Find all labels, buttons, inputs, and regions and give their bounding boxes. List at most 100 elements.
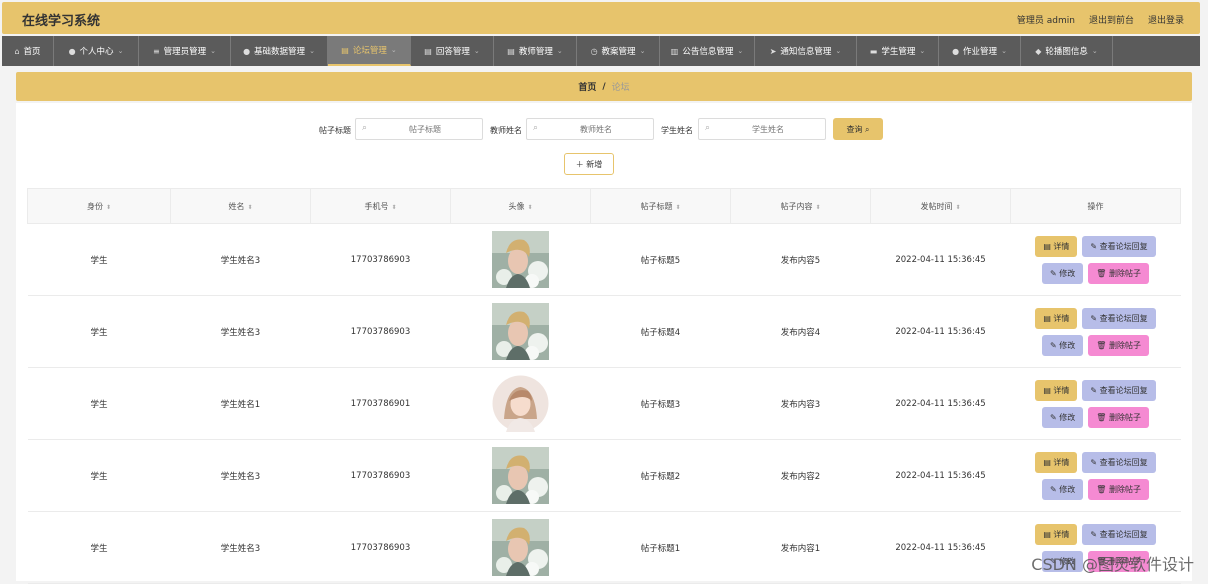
chevron-down-icon: ⌄ [1001, 47, 1007, 55]
query-button[interactable]: 查询 ⌕ [833, 118, 883, 140]
nav-item-2[interactable]: ≡ 管理员管理 ⌄ [139, 36, 231, 66]
sort-icon[interactable]: ⬍ [955, 204, 960, 211]
cell-name: 学生姓名3 [170, 439, 311, 512]
sort-icon[interactable]: ⬍ [391, 204, 396, 211]
cell-content: 发布内容5 [730, 223, 871, 296]
nav-item-label: 学生管理 [881, 47, 916, 57]
detail-button[interactable]: ▤ 详情 [1035, 307, 1078, 329]
cell-title: 帖子标题2 [590, 439, 731, 512]
nav-item-label: 教案管理 [601, 47, 636, 57]
doc-icon: ▤ [424, 46, 432, 56]
table-row: 学生 学生姓名3 17703786903 帖子标题4 发布内容4 2022-04-11 1… [27, 295, 1181, 368]
edit-button[interactable]: ✎ 修改 [1042, 478, 1084, 500]
add-button[interactable]: ＋ 新增 [564, 153, 614, 175]
cell-name: 学生姓名3 [170, 511, 311, 584]
user-icon: ● [952, 46, 960, 56]
student-name-label: 学生姓名 [661, 126, 693, 135]
cell-content: 发布内容2 [730, 439, 871, 512]
column-header[interactable]: 手机号 ⬍ [310, 188, 451, 224]
clock-icon: ◷ [590, 46, 598, 56]
column-header-label: 手机号 [364, 201, 389, 211]
sort-icon[interactable]: ⬍ [106, 204, 111, 211]
actions-row: ▤ 详情 ✎ 查看论坛回复 [1035, 523, 1156, 545]
chevron-down-icon: ⌄ [835, 47, 842, 55]
cell-title: 帖子标题1 [590, 511, 731, 584]
column-header[interactable]: 身份 ⬍ [27, 188, 171, 224]
top-links: 管理员 admin 退出到前台 退出登录 [1017, 13, 1184, 26]
table-body: 学生 学生姓名3 17703786903 帖子标题5 发布内容5 2022-04-11 1… [27, 223, 1181, 584]
chevron-down-icon: ⌄ [639, 47, 646, 55]
nav-item-11[interactable]: ● 作业管理 ⌄ [939, 36, 1021, 66]
nav-item-3[interactable]: ● 基础数据管理 ⌄ [231, 36, 328, 66]
nav-item-0[interactable]: ⌂ 首页 [2, 36, 54, 66]
nav-item-4[interactable]: ▤ 论坛管理 ⌄ [328, 36, 411, 66]
doc-icon: ▤ [341, 45, 349, 55]
exit-to-front-link[interactable]: 退出到前台 [1089, 13, 1134, 26]
sort-icon[interactable]: ⬍ [815, 204, 820, 211]
view-replies-button[interactable]: ✎ 查看论坛回复 [1082, 523, 1156, 545]
post-title-input[interactable] [355, 118, 483, 140]
nav-item-9[interactable]: ➤ 通知信息管理 ⌄ [755, 36, 857, 66]
delete-post-button[interactable]: 🗑 删除帖子 [1088, 406, 1149, 428]
avatar-cell [450, 367, 591, 440]
delete-post-button[interactable]: 🗑 删除帖子 [1088, 334, 1149, 356]
cell-title: 帖子标题3 [590, 367, 731, 440]
view-replies-button[interactable]: ✎ 查看论坛回复 [1082, 307, 1156, 329]
cell-time: 2022-04-11 15:36:45 [870, 367, 1011, 440]
detail-button[interactable]: ▤ 详情 [1035, 451, 1078, 473]
sort-icon[interactable]: ⬍ [247, 204, 252, 211]
post-title-label: 帖子标题 [319, 126, 351, 135]
teacher-name-input[interactable] [526, 118, 654, 140]
sort-icon[interactable]: ⬍ [675, 204, 680, 211]
column-header[interactable]: 帖子标题 ⬍ [590, 188, 731, 224]
detail-button[interactable]: ▤ 详情 [1035, 235, 1078, 257]
avatar-cell [450, 295, 591, 368]
view-replies-button[interactable]: ✎ 查看论坛回复 [1082, 451, 1156, 473]
sort-icon[interactable]: ⬍ [527, 204, 532, 211]
nav-item-12[interactable]: ◆ 轮播图信息 ⌄ [1021, 36, 1113, 66]
nav-item-10[interactable]: ▬ 学生管理 ⌄ [857, 36, 939, 66]
view-replies-button[interactable]: ✎ 查看论坛回复 [1082, 235, 1156, 257]
cell-name: 学生姓名3 [170, 295, 311, 368]
column-header[interactable]: 发帖时间 ⬍ [870, 188, 1011, 224]
nav-item-1[interactable]: ● 个人中心 ⌄ [54, 36, 139, 66]
card-icon: ▬ [869, 46, 878, 56]
actions-row: ▤ 详情 ✎ 查看论坛回复 [1035, 235, 1156, 257]
delete-post-button[interactable]: 🗑 删除帖子 [1088, 478, 1149, 500]
search-bar: 帖子标题 ⌕ 教师姓名 ⌕ 学生姓名 ⌕ 查询 ⌕ [16, 118, 1192, 142]
logout-link[interactable]: 退出登录 [1148, 13, 1184, 26]
edit-button[interactable]: ✎ 修改 [1042, 334, 1084, 356]
avatar [492, 303, 549, 360]
breadcrumb-separator: / [602, 81, 606, 92]
breadcrumb-home[interactable]: 首页 [578, 80, 596, 93]
chevron-down-icon: ⌄ [556, 47, 563, 55]
actions-cell: ▤ 详情 ✎ 查看论坛回复 ✎ 修改 🗑 删除帖子 [1010, 295, 1181, 368]
edit-button[interactable]: ✎ 修改 [1042, 406, 1084, 428]
cell-phone: 17703786903 [310, 295, 451, 368]
nav-item-5[interactable]: ▤ 回答管理 ⌄ [411, 36, 494, 66]
delete-post-button[interactable]: 🗑 删除帖子 [1088, 262, 1149, 284]
avatar [492, 447, 549, 504]
detail-button[interactable]: ▤ 详情 [1035, 523, 1078, 545]
column-header: 操作 [1010, 188, 1181, 224]
column-header[interactable]: 头像 ⬍ [450, 188, 591, 224]
send-icon: ➤ [769, 46, 777, 56]
avatar [492, 375, 549, 432]
student-name-input[interactable] [698, 118, 826, 140]
cell-content: 发布内容3 [730, 367, 871, 440]
nav-item-label: 轮播图信息 [1045, 47, 1088, 57]
detail-button[interactable]: ▤ 详情 [1035, 379, 1078, 401]
nav-item-8[interactable]: ▥ 公告信息管理 ⌄ [660, 36, 755, 66]
table-row: 学生 学生姓名3 17703786903 帖子标题2 发布内容2 2022-04-11 1… [27, 439, 1181, 512]
view-replies-button[interactable]: ✎ 查看论坛回复 [1082, 379, 1156, 401]
edit-button[interactable]: ✎ 修改 [1042, 262, 1084, 284]
column-header[interactable]: 姓名 ⬍ [170, 188, 311, 224]
nav-item-6[interactable]: ▤ 教师管理 ⌄ [494, 36, 577, 66]
column-header[interactable]: 帖子内容 ⬍ [730, 188, 871, 224]
column-header-label: 姓名 [228, 201, 245, 211]
chevron-down-icon: ⌄ [210, 47, 217, 55]
avatar-cell [450, 511, 591, 584]
nav-item-7[interactable]: ◷ 教案管理 ⌄ [577, 36, 660, 66]
list-icon: ≡ [152, 46, 160, 56]
avatar [492, 231, 549, 288]
